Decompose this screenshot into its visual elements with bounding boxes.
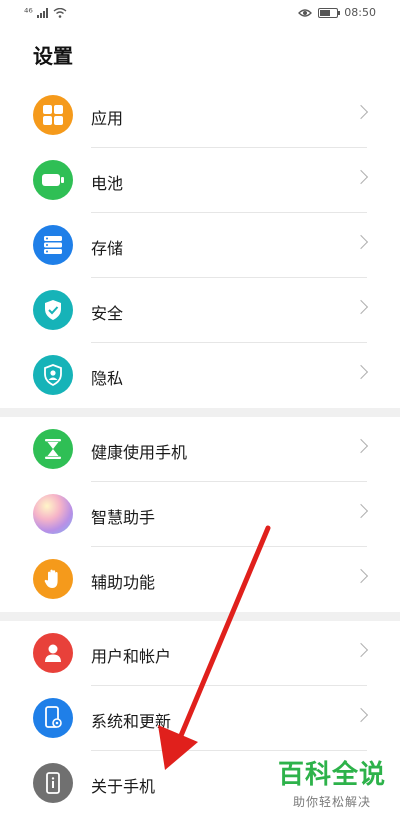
privacy-icon <box>33 355 73 395</box>
settings-item-battery[interactable]: 电池 <box>0 148 400 213</box>
page-title: 设置 <box>33 44 73 68</box>
chevron-right-icon <box>353 234 369 250</box>
settings-item-apps[interactable]: 应用 <box>0 83 400 148</box>
chevron-right-icon <box>353 568 369 584</box>
battery-fill <box>320 9 330 16</box>
status-bar: ⁴⁶ 08:50 <box>0 0 400 28</box>
shield-check-icon <box>33 290 73 330</box>
hand-icon <box>33 559 73 599</box>
settings-item-digital-balance[interactable]: 健康使用手机 <box>0 417 400 482</box>
status-time: 08:50 <box>344 6 376 19</box>
settings-item-accessibility[interactable]: 辅助功能 <box>0 547 400 612</box>
signal-icon <box>36 7 48 18</box>
settings-item-label: 辅助功能 <box>91 573 156 592</box>
chevron-right-icon <box>353 503 369 519</box>
settings-item-system-update[interactable]: 系统和更新 <box>0 686 400 751</box>
chevron-right-icon <box>353 642 369 658</box>
settings-item-label: 电池 <box>91 174 124 193</box>
user-icon <box>33 633 73 673</box>
settings-item-label: 隐私 <box>91 369 124 388</box>
battery-icon <box>318 7 341 18</box>
hourglass-icon <box>33 429 73 469</box>
settings-item-label: 应用 <box>91 109 124 128</box>
chevron-right-icon <box>353 364 369 380</box>
settings-item-label: 系统和更新 <box>91 712 172 731</box>
settings-item-label: 健康使用手机 <box>91 443 188 462</box>
apps-icon <box>33 95 73 135</box>
watermark-main: 百科全说 <box>277 760 386 790</box>
settings-item-label: 存储 <box>91 239 124 258</box>
battery-icon <box>33 160 73 200</box>
status-left: ⁴⁶ <box>24 6 67 19</box>
chevron-right-icon <box>353 169 369 185</box>
wifi-icon <box>53 7 67 18</box>
chevron-right-icon <box>353 299 369 315</box>
settings-item-users-accounts[interactable]: 用户和帐户 <box>0 621 400 686</box>
group-separator <box>0 408 400 417</box>
settings-item-security[interactable]: 安全 <box>0 278 400 343</box>
chevron-right-icon <box>353 438 369 454</box>
settings-group-1: 应用 电池 存储 安全 隐私 <box>0 83 400 408</box>
settings-group-2: 健康使用手机 智慧助手 辅助功能 <box>0 417 400 612</box>
settings-item-label: 安全 <box>91 304 124 323</box>
system-update-icon <box>33 698 73 738</box>
signal-text: ⁴⁶ <box>24 6 33 19</box>
eye-icon <box>298 8 313 17</box>
group-separator <box>0 612 400 621</box>
watermark-sub: 助你轻松解决 <box>292 795 371 809</box>
chevron-right-icon <box>353 707 369 723</box>
settings-item-storage[interactable]: 存储 <box>0 213 400 278</box>
chevron-right-icon <box>353 104 369 120</box>
status-right: 08:50 <box>298 6 376 19</box>
settings-item-label: 关于手机 <box>91 777 156 796</box>
settings-item-smart-assistant[interactable]: 智慧助手 <box>0 482 400 547</box>
settings-item-label: 智慧助手 <box>91 508 156 527</box>
watermark: 百科全说 助你轻松解决 <box>272 754 392 810</box>
settings-item-privacy[interactable]: 隐私 <box>0 343 400 408</box>
assistant-icon <box>33 494 73 534</box>
phone-info-icon <box>33 763 73 803</box>
settings-item-label: 用户和帐户 <box>91 647 172 666</box>
storage-icon <box>33 225 73 265</box>
